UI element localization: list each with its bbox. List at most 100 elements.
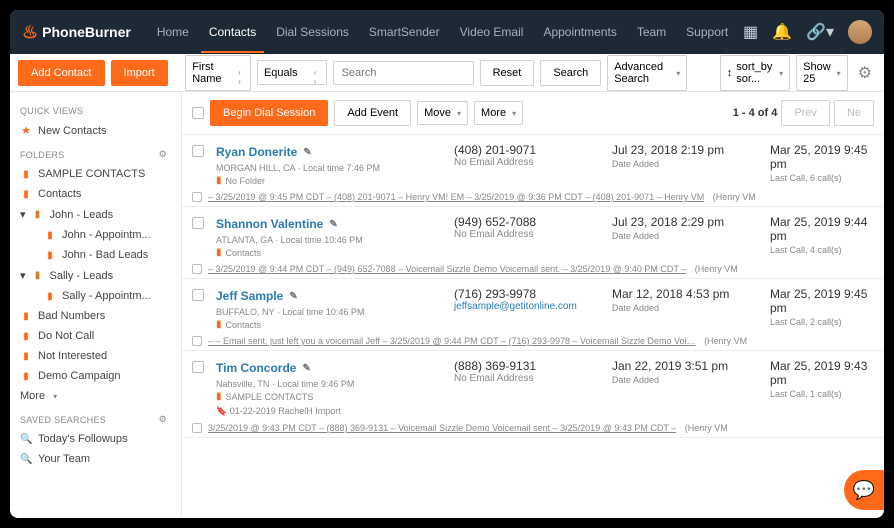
footer-checkbox[interactable] xyxy=(192,336,202,346)
new-contacts-item[interactable]: ★New Contacts xyxy=(10,120,181,141)
page-size-select[interactable]: Show 25 xyxy=(796,55,848,91)
last-call-label: Last Call, 2 call(s) xyxy=(770,317,874,327)
filter-op-select[interactable]: Equals xyxy=(257,60,327,85)
link-icon[interactable]: 🔗▾ xyxy=(806,22,834,42)
activity-footer: – – Email sent, just left you a voicemai… xyxy=(192,336,874,346)
nav-home[interactable]: Home xyxy=(149,11,197,53)
import-button[interactable]: Import xyxy=(111,60,168,86)
folder-item[interactable]: ▮Not Interested xyxy=(10,346,181,366)
nav-dial-sessions[interactable]: Dial Sessions xyxy=(268,11,357,53)
last-call-label: Last Call, 6 call(s) xyxy=(770,173,874,183)
contact-name-link[interactable]: Shannon Valentine ✎ xyxy=(216,217,338,231)
star-icon: ★ xyxy=(20,124,32,137)
folder-item[interactable]: ▾ ▮John - Leads xyxy=(10,204,181,225)
date-added-label: Date Added xyxy=(612,159,762,169)
folder-item[interactable]: ▮Demo Campaign xyxy=(10,366,181,386)
saved-search-item[interactable]: 🔍Today's Followups xyxy=(10,429,181,449)
more-folders[interactable]: More xyxy=(10,386,181,406)
chat-widget-icon[interactable]: 💬 xyxy=(844,470,884,510)
contact-location: MORGAN HILL, CA · Local time 7:46 PM xyxy=(216,163,446,173)
add-contact-button[interactable]: Add Contact xyxy=(18,60,105,86)
saved-gear-icon[interactable]: ⚙ xyxy=(155,414,171,425)
search-button[interactable]: Search xyxy=(540,60,601,86)
sidebar: QUICK VIEWS ★New Contacts FOLDERS⚙ ▮SAMP… xyxy=(10,92,182,518)
add-event-button[interactable]: Add Event xyxy=(334,100,411,126)
contact-folder: ▮SAMPLE CONTACTS xyxy=(216,391,446,402)
reset-button[interactable]: Reset xyxy=(480,60,535,86)
contact-name-link[interactable]: Ryan Donerite ✎ xyxy=(216,145,312,159)
last-call: Mar 25, 2019 9:44 pm xyxy=(770,215,874,243)
contact-email: No Email Address xyxy=(454,157,604,168)
advanced-search-select[interactable]: Advanced Search xyxy=(607,55,687,91)
folder-item[interactable]: ▮Do Not Call xyxy=(10,326,181,346)
saved-searches-header: SAVED SEARCHES⚙ xyxy=(10,406,181,429)
contact-phone: (716) 293-9978 xyxy=(454,287,604,301)
settings-icon[interactable]: ⚙ xyxy=(854,63,876,83)
contact-email: No Email Address xyxy=(454,229,604,240)
search-icon: 🔍 xyxy=(20,454,32,465)
folder-item[interactable]: ▾ ▮Sally - Leads xyxy=(10,265,181,286)
prev-page-button[interactable]: Prev xyxy=(781,100,830,126)
nav-appointments[interactable]: Appointments xyxy=(535,11,624,53)
user-avatar[interactable] xyxy=(848,20,872,44)
nav-contacts[interactable]: Contacts xyxy=(201,11,264,53)
folder-icon: ▮ xyxy=(44,291,56,302)
nav-support[interactable]: Support xyxy=(678,11,736,53)
filter-field-select[interactable]: First Name xyxy=(185,55,251,91)
nav-video-email[interactable]: Video Email xyxy=(452,11,532,53)
select-all-checkbox[interactable] xyxy=(192,107,204,119)
folder-item[interactable]: ▮Bad Numbers xyxy=(10,306,181,326)
folder-item[interactable]: ▮John - Bad Leads xyxy=(10,245,181,265)
date-added-label: Date Added xyxy=(612,231,762,241)
action-bar: Begin Dial Session Add Event Move More 1… xyxy=(182,92,884,135)
footer-checkbox[interactable] xyxy=(192,423,202,433)
more-actions-select[interactable]: More xyxy=(474,101,523,125)
main-content: Begin Dial Session Add Event Move More 1… xyxy=(182,92,884,518)
folders-header: FOLDERS⚙ xyxy=(10,141,181,164)
search-input[interactable] xyxy=(333,61,474,85)
bell-icon[interactable]: 🔔 xyxy=(772,22,792,42)
contact-phone: (408) 201-9071 xyxy=(454,143,604,157)
footer-checkbox[interactable] xyxy=(192,264,202,274)
top-navbar: ♨ PhoneBurner HomeContactsDial SessionsS… xyxy=(10,10,884,54)
next-page-button[interactable]: Ne xyxy=(834,100,874,126)
contact-row: Shannon Valentine ✎ATLANTA, GA · Local t… xyxy=(182,207,884,279)
contact-phone: (949) 652-7088 xyxy=(454,215,604,229)
row-checkbox[interactable] xyxy=(192,361,204,373)
row-checkbox[interactable] xyxy=(192,217,204,229)
edit-icon[interactable]: ✎ xyxy=(289,291,297,302)
edit-icon[interactable]: ✎ xyxy=(302,363,310,374)
folder-icon: ▮ xyxy=(32,270,44,281)
sort-select[interactable]: ↕ sort_by sor... xyxy=(720,55,790,91)
edit-icon[interactable]: ✎ xyxy=(329,219,337,230)
calendar-icon[interactable]: ▦ xyxy=(743,22,758,42)
tag: 🔖 01-22-2019 RachelH Import xyxy=(216,406,446,417)
footer-checkbox[interactable] xyxy=(192,192,202,202)
folder-item[interactable]: ▮Contacts xyxy=(10,184,181,204)
nav-smartsender[interactable]: SmartSender xyxy=(361,11,448,53)
logo: ♨ PhoneBurner xyxy=(22,22,131,43)
saved-search-item[interactable]: 🔍Your Team xyxy=(10,449,181,469)
folder-item[interactable]: ▮Sally - Appointm... xyxy=(10,286,181,306)
contact-email[interactable]: jeffsample@getitonline.com xyxy=(454,301,604,312)
contact-name-link[interactable]: Tim Concorde ✎ xyxy=(216,361,311,375)
contact-folder: ▮Contacts xyxy=(216,319,446,330)
row-checkbox[interactable] xyxy=(192,289,204,301)
row-checkbox[interactable] xyxy=(192,145,204,157)
edit-icon[interactable]: ✎ xyxy=(303,147,311,158)
folder-icon: ▮ xyxy=(44,230,56,241)
begin-dial-session-button[interactable]: Begin Dial Session xyxy=(210,100,328,126)
contact-row: Jeff Sample ✎BUFFALO, NY · Local time 10… xyxy=(182,279,884,351)
contact-name-link[interactable]: Jeff Sample ✎ xyxy=(216,289,298,303)
nav-team[interactable]: Team xyxy=(629,11,674,53)
contact-email: No Email Address xyxy=(454,373,604,384)
contact-row: Ryan Donerite ✎ MORGAN HILL, CA · Local t… xyxy=(182,135,884,207)
flame-icon: ♨ xyxy=(22,22,38,43)
folders-gear-icon[interactable]: ⚙ xyxy=(155,149,171,160)
date-added: Jan 22, 2019 3:51 pm xyxy=(612,359,762,373)
contact-folder: ▮Contacts xyxy=(216,247,446,258)
folder-item[interactable]: ▮SAMPLE CONTACTS xyxy=(10,164,181,184)
move-select[interactable]: Move xyxy=(417,101,468,125)
date-added: Jul 23, 2018 2:19 pm xyxy=(612,143,762,157)
folder-item[interactable]: ▮John - Appointm... xyxy=(10,225,181,245)
